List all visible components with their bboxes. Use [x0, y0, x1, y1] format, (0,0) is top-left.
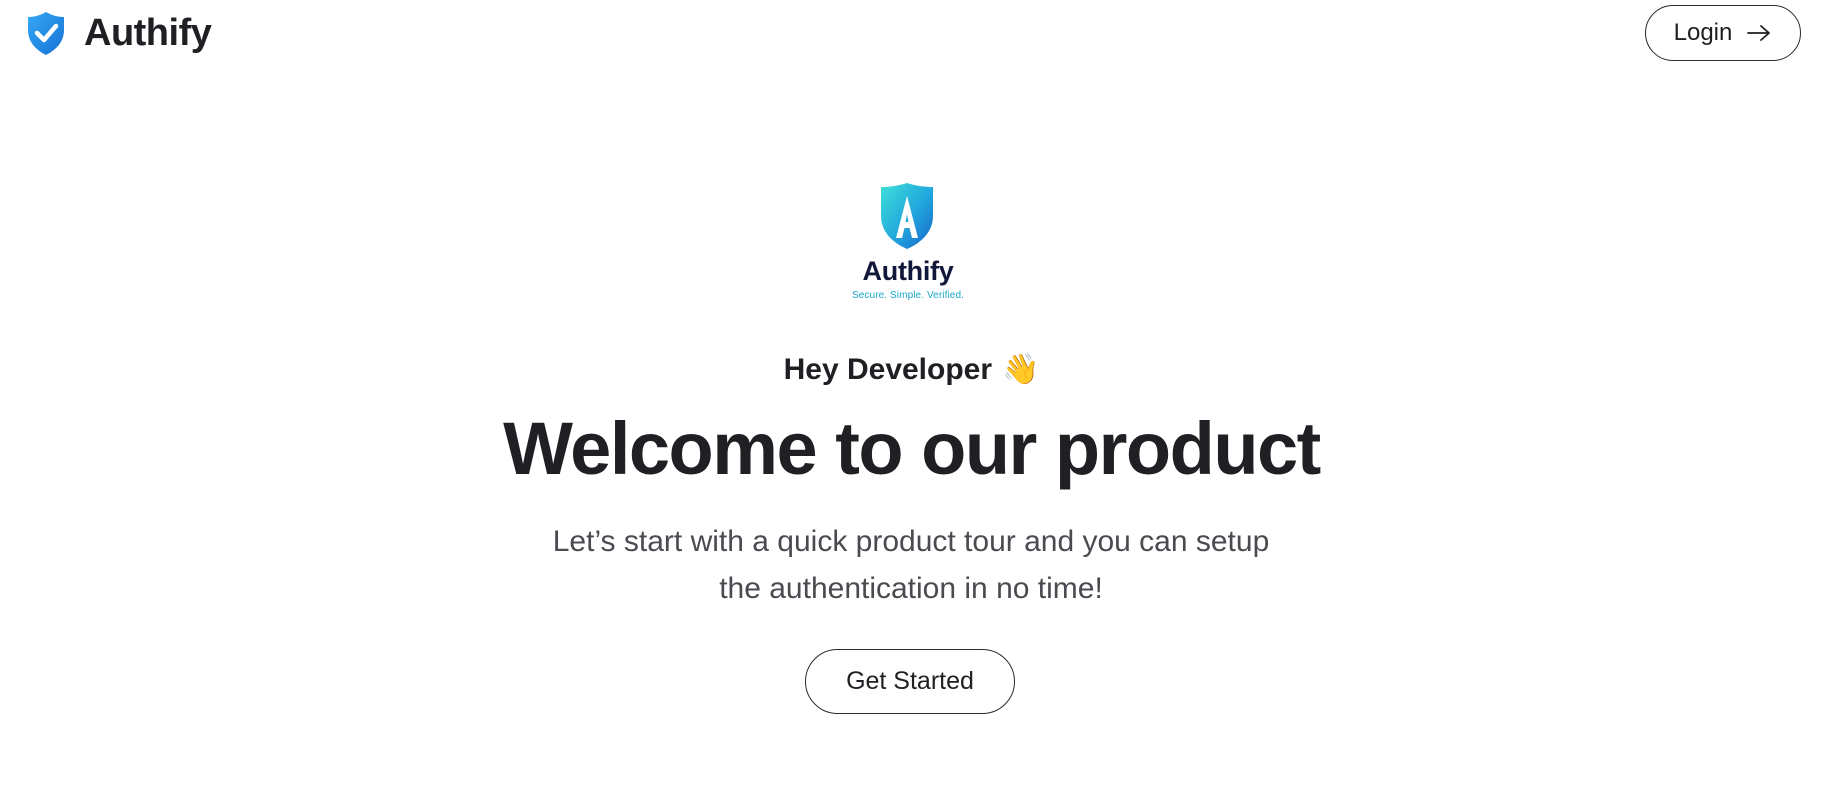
brand-name: Authify	[84, 11, 212, 54]
hero-logo-name: Authify	[862, 256, 954, 286]
shield-check-icon	[28, 12, 64, 55]
hero-subtitle-line-1: Let’s start with a quick product tour an…	[552, 525, 1270, 558]
landing-page: Authify Login Authify Secure. Simple. Ve…	[0, 0, 1823, 801]
page-title: Welcome to our product	[503, 407, 1321, 490]
login-button[interactable]: Login	[1645, 5, 1801, 61]
arrow-right-icon	[1747, 25, 1771, 41]
get-started-label: Get Started	[846, 667, 974, 695]
hero-logo-tagline: Secure. Simple. Verified.	[852, 290, 964, 301]
hero-subtitle-line-2: the authentication in no time!	[719, 572, 1103, 605]
login-label: Login	[1673, 19, 1733, 46]
shield-a-icon	[881, 183, 933, 249]
navbar: Authify Login	[0, 0, 1823, 70]
brand-logo-link[interactable]: Authify	[26, 10, 212, 56]
hero-subtitle: Let’s start with a quick product tour an…	[511, 518, 1311, 612]
greeting-text: Hey Developer 👋	[0, 352, 1823, 387]
greeting-label: Hey Developer	[783, 353, 993, 386]
waving-hand-icon: 👋	[1002, 352, 1040, 387]
get-started-button[interactable]: Get Started	[805, 649, 1015, 714]
hero-logo: Authify Secure. Simple. Verified.	[813, 176, 1003, 308]
